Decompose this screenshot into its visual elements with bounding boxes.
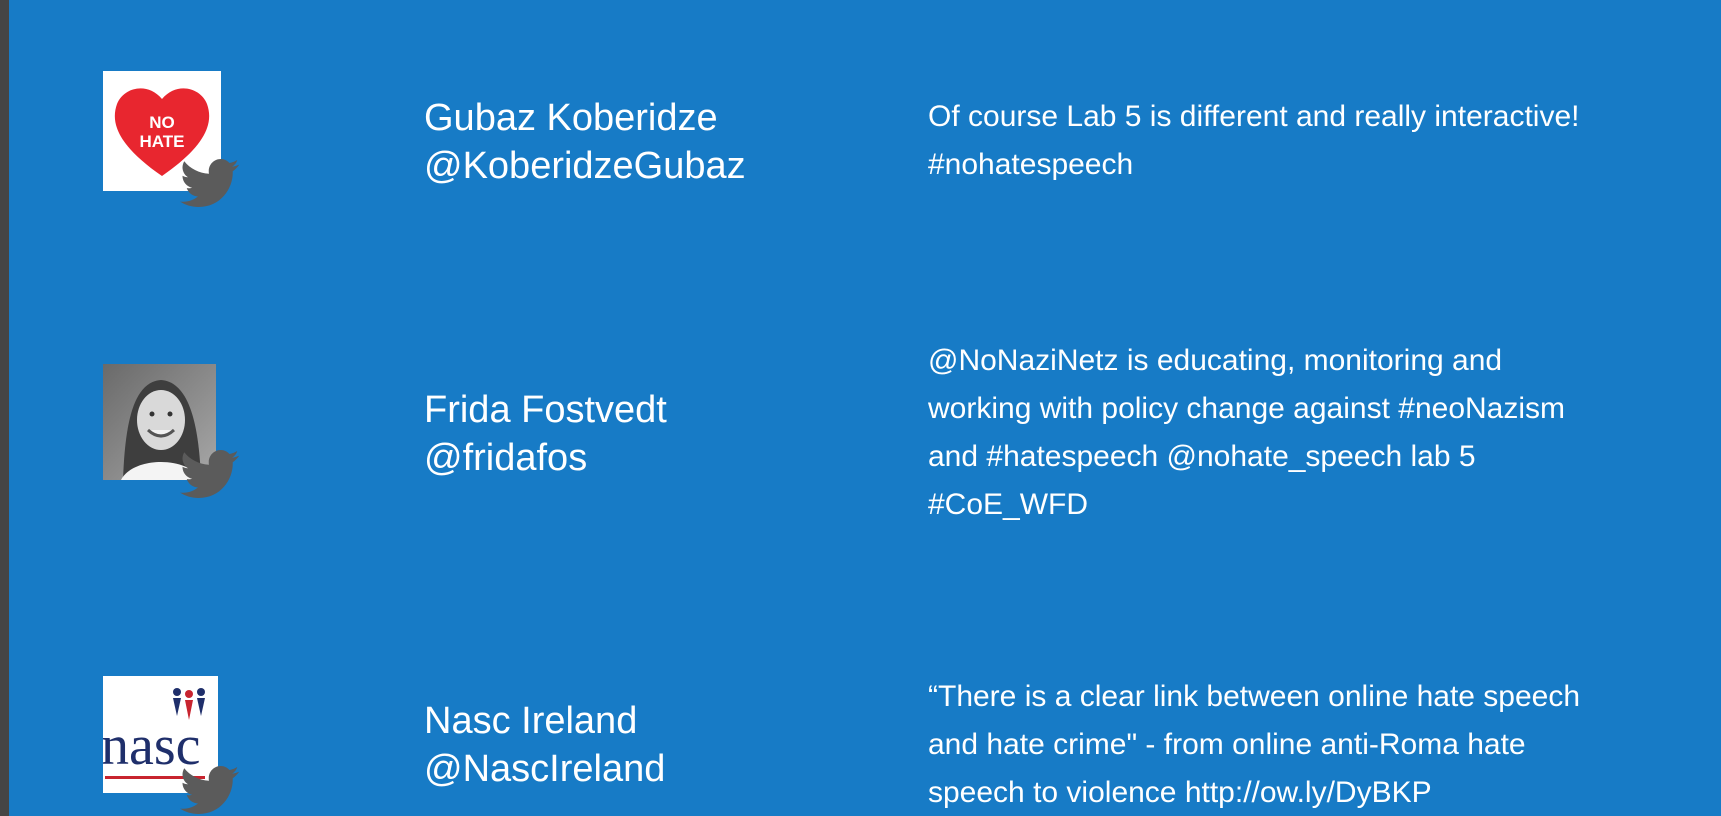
tweet-text-line: and hate crime" - from online anti-Roma … <box>928 728 1526 761</box>
author-name[interactable]: Nasc Ireland <box>424 697 904 745</box>
tweet-wall: NO HATE Gubaz Koberidze @KoberidzeGubaz … <box>9 0 1721 816</box>
tweet-text: Of course Lab 5 is different and really … <box>928 93 1668 189</box>
author-handle[interactable]: @NascIreland <box>424 745 904 793</box>
author-handle[interactable]: @fridafos <box>424 434 904 482</box>
avatar-wrap[interactable] <box>103 364 253 504</box>
author: Frida Fostvedt @fridafos <box>424 386 904 482</box>
twitter-bird-icon <box>180 450 239 498</box>
tweet-text-line: Of course Lab 5 is different and really … <box>928 100 1580 133</box>
tweet-text: @NoNaziNetz is educating, monitoring and… <box>928 337 1668 529</box>
avatar-wrap[interactable]: NO HATE <box>103 71 253 211</box>
avatar-wrap[interactable]: nasc <box>103 676 253 816</box>
twitter-bird-icon <box>180 766 239 814</box>
author: Gubaz Koberidze @KoberidzeGubaz <box>424 94 904 190</box>
author-handle[interactable]: @KoberidzeGubaz <box>424 142 904 190</box>
logo-text: NO <box>149 113 175 132</box>
tweet-text-line: “There is a clear link between online ha… <box>928 680 1581 713</box>
tweet-text-line[interactable]: #CoE_WFD <box>928 481 1668 529</box>
author-name[interactable]: Gubaz Koberidze <box>424 94 904 142</box>
tweet-text-line[interactable]: speech to violence http://ow.ly/DyBKP <box>928 769 1668 816</box>
twitter-bird-icon <box>180 159 239 207</box>
tweet-text-line: @NoNaziNetz is educating, monitoring and <box>928 344 1503 377</box>
author: Nasc Ireland @NascIreland <box>424 697 904 793</box>
tweet-text-line: and #hatespeech @nohate_speech lab 5 <box>928 440 1476 473</box>
tweet-text: “There is a clear link between online ha… <box>928 673 1668 816</box>
tweet-text-line[interactable]: #nohatespeech <box>928 141 1668 189</box>
logo-text: HATE <box>139 132 184 151</box>
author-name[interactable]: Frida Fostvedt <box>424 386 904 434</box>
tweet-text-line: working with policy change against #neoN… <box>928 392 1566 425</box>
